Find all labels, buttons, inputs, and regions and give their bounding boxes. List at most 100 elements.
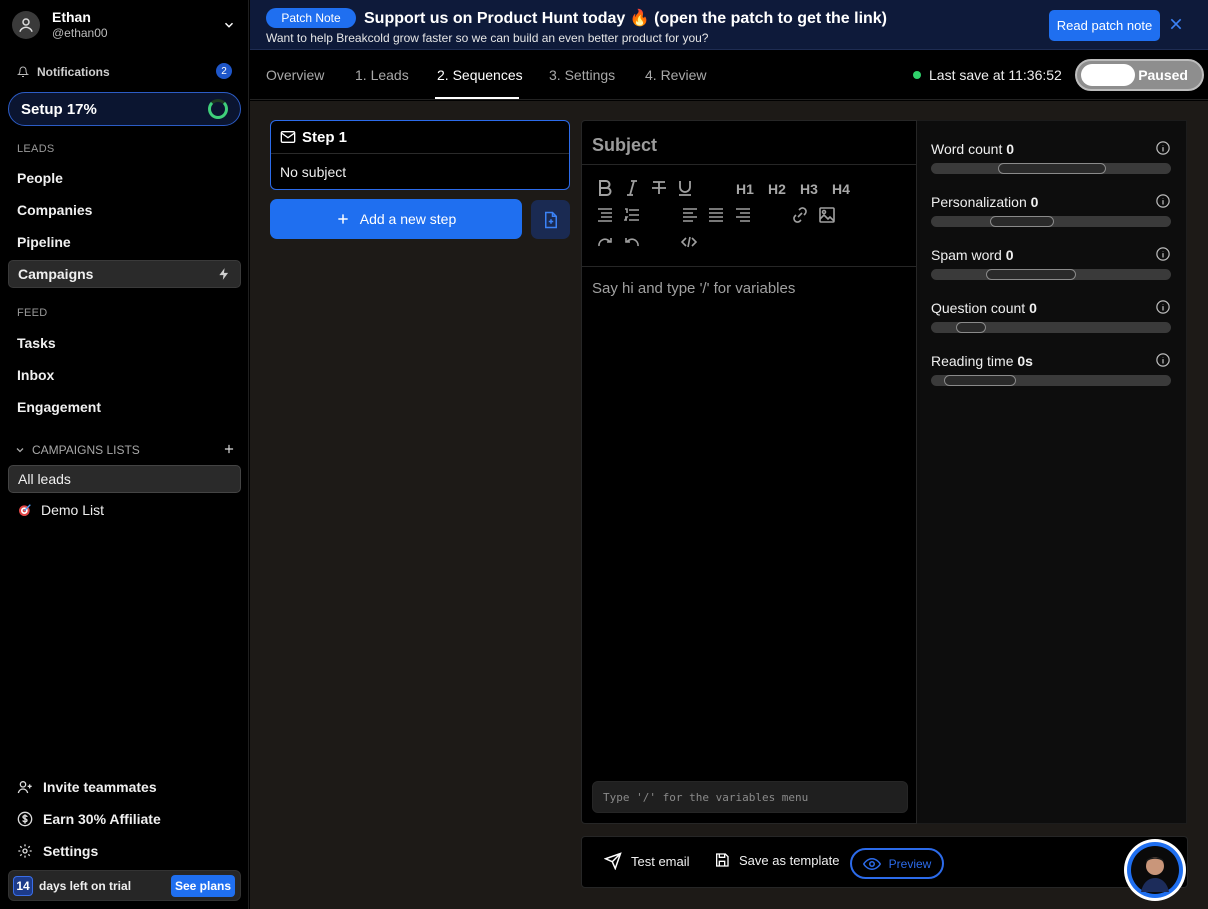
campaign-lists-label: CAMPAIGNS LISTS xyxy=(32,443,140,457)
invite-label: Invite teammates xyxy=(43,779,157,795)
tab-sequences[interactable]: 2. Sequences xyxy=(437,67,523,83)
preview-label: Preview xyxy=(888,856,932,871)
trial-days-badge: 14 xyxy=(13,875,33,896)
sequence-editor-area: Step 1 No subject Add a new step Subject… xyxy=(250,101,1208,909)
user-plus-icon xyxy=(17,781,32,794)
email-actions-bar: Test email Save as template Preview xyxy=(581,836,1188,888)
heading-3-button[interactable]: H3 xyxy=(800,181,818,197)
sidebar-item-companies[interactable]: Companies xyxy=(8,196,241,224)
numbered-list-icon[interactable] xyxy=(624,208,640,222)
tab-settings[interactable]: 3. Settings xyxy=(549,67,615,83)
trial-banner: 14 days left on trial See plans xyxy=(8,870,241,901)
stat-label: Spam word xyxy=(931,247,1002,263)
user-menu[interactable]: Ethan @ethan00 xyxy=(12,8,240,42)
stat-meter-thumb xyxy=(998,163,1106,174)
info-icon[interactable] xyxy=(1156,353,1170,367)
setup-progress-button[interactable]: Setup 17% xyxy=(8,92,241,126)
close-icon[interactable] xyxy=(1168,16,1184,32)
feed-section-label: FEED xyxy=(17,307,48,319)
stat-word-count: Word count 0 xyxy=(931,141,1171,174)
subject-input[interactable]: Subject xyxy=(592,135,657,156)
leads-section-label: LEADS xyxy=(17,143,55,155)
sidebar-item-engagement[interactable]: Engagement xyxy=(8,393,241,421)
tab-review[interactable]: 4. Review xyxy=(645,67,706,83)
underline-icon[interactable] xyxy=(678,180,692,196)
notifications-badge: 2 xyxy=(216,63,232,79)
support-chat-avatar[interactable] xyxy=(1124,839,1186,901)
stat-value: 0 xyxy=(1030,194,1039,210)
plus-icon[interactable] xyxy=(222,442,236,456)
sidebar-item-inbox[interactable]: Inbox xyxy=(8,361,241,389)
info-icon[interactable] xyxy=(1156,300,1170,314)
stat-question-count: Question count 0 xyxy=(931,300,1171,333)
sidebar-item-pipeline[interactable]: Pipeline xyxy=(8,228,241,256)
user-handle: @ethan00 xyxy=(52,26,108,40)
dollar-icon xyxy=(17,811,33,827)
info-icon[interactable] xyxy=(1156,247,1170,261)
add-step-button[interactable]: Add a new step xyxy=(270,199,522,239)
bullet-list-icon[interactable] xyxy=(597,208,613,222)
tab-leads[interactable]: 1. Leads xyxy=(355,67,409,83)
stat-label: Question count xyxy=(931,300,1026,316)
stat-meter-thumb xyxy=(944,375,1016,386)
heading-2-button[interactable]: H2 xyxy=(768,181,786,197)
list-item-demo-list[interactable]: Demo List xyxy=(17,502,104,518)
test-email-button[interactable]: Test email xyxy=(604,852,690,870)
tab-overview[interactable]: Overview xyxy=(266,67,324,83)
align-left-icon[interactable] xyxy=(682,208,698,222)
read-patch-note-button[interactable]: Read patch note xyxy=(1049,10,1160,41)
email-body-input[interactable]: Say hi and type '/' for variables xyxy=(592,280,795,297)
image-icon[interactable] xyxy=(819,207,835,223)
user-avatar-icon xyxy=(12,11,40,39)
step-card[interactable]: Step 1 No subject xyxy=(270,120,570,190)
patch-note-pill: Patch Note xyxy=(266,8,356,28)
stat-label: Reading time xyxy=(931,353,1014,369)
sidebar-item-label: Pipeline xyxy=(17,234,71,250)
sidebar: Ethan @ethan00 Notifications 2 Setup 17%… xyxy=(0,0,249,909)
variables-input[interactable]: Type '/' for the variables menu xyxy=(592,781,908,813)
stat-reading-time: Reading time 0s xyxy=(931,353,1171,386)
settings-label: Settings xyxy=(43,843,99,859)
undo-icon[interactable] xyxy=(624,235,640,249)
align-right-icon[interactable] xyxy=(735,208,751,222)
sidebar-item-label: Inbox xyxy=(17,367,55,383)
sidebar-item-people[interactable]: People xyxy=(8,164,241,192)
chevron-down-icon[interactable] xyxy=(222,18,236,32)
bold-icon[interactable] xyxy=(598,180,612,196)
campaign-tabs: Overview 1. Leads 2. Sequences 3. Settin… xyxy=(250,51,1208,100)
sidebar-item-campaigns[interactable]: Campaigns xyxy=(8,260,241,288)
redo-icon[interactable] xyxy=(597,235,613,249)
stat-value: 0 xyxy=(1005,247,1014,263)
eye-icon xyxy=(862,857,881,870)
chevron-down-icon xyxy=(16,448,24,453)
link-icon[interactable] xyxy=(792,207,808,223)
see-plans-button[interactable]: See plans xyxy=(170,875,235,897)
invite-teammates-link[interactable]: Invite teammates xyxy=(17,779,157,795)
bolt-icon xyxy=(219,268,229,280)
affiliate-link[interactable]: Earn 30% Affiliate xyxy=(17,811,161,827)
stat-spam-word: Spam word 0 xyxy=(931,247,1171,280)
toggle-label: Paused xyxy=(1138,67,1188,83)
heading-1-button[interactable]: H1 xyxy=(736,181,754,197)
code-icon[interactable] xyxy=(681,235,697,249)
info-icon[interactable] xyxy=(1156,194,1170,208)
campaign-lists-header[interactable]: CAMPAIGNS LISTS xyxy=(14,442,240,458)
campaign-status-toggle[interactable]: Paused xyxy=(1075,59,1204,91)
support-person-icon xyxy=(1131,846,1179,894)
list-item-label: All leads xyxy=(18,471,71,487)
strikethrough-icon[interactable] xyxy=(651,180,667,196)
notifications-link[interactable]: Notifications 2 xyxy=(17,63,232,81)
list-item-all-leads[interactable]: All leads xyxy=(8,465,241,493)
info-icon[interactable] xyxy=(1156,141,1170,155)
align-center-icon[interactable] xyxy=(708,208,724,222)
stat-personalization: Personalization 0 xyxy=(931,194,1171,227)
save-as-template-button[interactable]: Save as template xyxy=(714,852,839,868)
email-stats-panel: Word count 0 Personalization 0 Spam word… xyxy=(917,120,1187,824)
email-editor: Subject H1 H2 H3 H4 Say hi and type '/' … xyxy=(581,120,917,824)
heading-4-button[interactable]: H4 xyxy=(832,181,850,197)
file-add-icon[interactable] xyxy=(531,200,570,239)
italic-icon[interactable] xyxy=(626,180,638,196)
preview-button[interactable]: Preview xyxy=(850,848,944,879)
sidebar-item-tasks[interactable]: Tasks xyxy=(8,329,241,357)
settings-link[interactable]: Settings xyxy=(17,843,98,859)
